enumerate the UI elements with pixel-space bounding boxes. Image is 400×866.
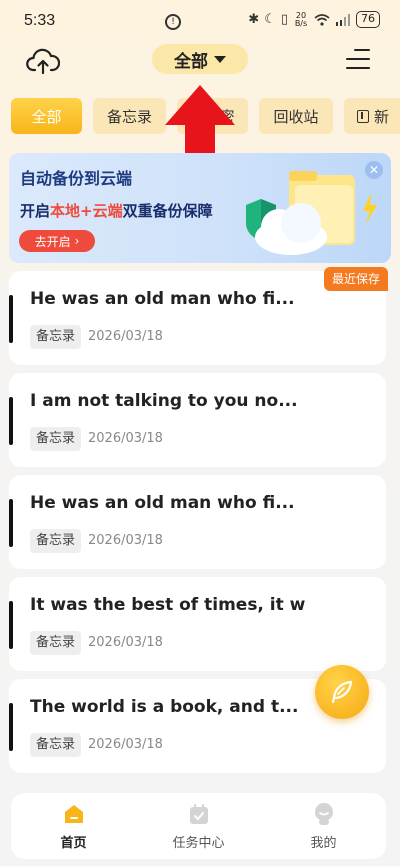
- note-title: It was the best of times, it w: [30, 595, 306, 615]
- tab-label: 新: [374, 107, 390, 126]
- note-accent-bar: [9, 703, 13, 751]
- tab-label: 全部: [31, 107, 62, 126]
- note-card[interactable]: He was an old man who fi... 备忘录 2026/03/…: [9, 475, 386, 569]
- note-card[interactable]: It was the best of times, it w 备忘录 2026/…: [9, 577, 386, 671]
- banner-subtitle: 开启本地+云端双重备份保障: [20, 200, 213, 221]
- signal-icon: [336, 13, 350, 26]
- nav-label: 我的: [310, 835, 337, 851]
- backup-banner[interactable]: 自动备份到云端 开启本地+云端双重备份保障 去开启 › ✕: [9, 153, 391, 263]
- notification-icon: !: [165, 14, 181, 30]
- banner-subtitle-suffix: 双重备份保障: [122, 202, 213, 220]
- nav-label: 任务中心: [172, 835, 225, 851]
- feather-pen-icon: [331, 680, 353, 704]
- bluetooth-icon: ✱: [248, 12, 260, 27]
- profile-icon: [314, 802, 333, 825]
- menu-line: [346, 67, 370, 69]
- enable-backup-button[interactable]: 去开启 ›: [19, 230, 95, 252]
- menu-button[interactable]: [346, 49, 370, 69]
- new-note-fab[interactable]: [315, 665, 369, 719]
- note-tag: 备忘录: [30, 733, 82, 757]
- nav-task-center[interactable]: 任务中心: [149, 802, 249, 851]
- tab-memo[interactable]: 备忘录: [93, 98, 166, 134]
- tab-label: 回收站: [273, 107, 319, 126]
- cloud-folder-illustration: [246, 171, 377, 255]
- banner-subtitle-highlight: 本地+云端: [50, 202, 123, 220]
- cloud-upload-icon: [26, 48, 61, 75]
- note-accent-bar: [9, 295, 13, 343]
- menu-line: [354, 49, 370, 51]
- category-dropdown[interactable]: 全部: [152, 44, 248, 74]
- nav-home[interactable]: 首页: [24, 802, 124, 851]
- note-card[interactable]: He was an old man who fi... 备忘录 2026/03/…: [9, 267, 388, 365]
- note-accent-bar: [9, 499, 13, 547]
- note-date: 2026/03/18: [88, 431, 163, 446]
- menu-line: [346, 58, 370, 60]
- recent-saved-badge: 最近保存: [323, 267, 388, 291]
- home-icon: [64, 804, 83, 823]
- note-date: 2026/03/18: [88, 635, 163, 650]
- note-accent-bar: [9, 397, 13, 445]
- note-accent-bar: [9, 601, 13, 649]
- wifi-icon: [314, 13, 330, 26]
- note-date: 2026/03/18: [88, 737, 163, 752]
- moon-icon: ☾: [264, 12, 276, 27]
- tab-all[interactable]: 全部: [11, 98, 82, 134]
- vibrate-icon: ▯: [280, 12, 288, 27]
- status-time: 5:33: [24, 12, 56, 29]
- banner-close-button[interactable]: ✕: [365, 161, 383, 179]
- note-tag: 备忘录: [30, 529, 82, 553]
- note-title: The world is a book, and t...: [30, 697, 299, 717]
- banner-subtitle-prefix: 开启: [20, 202, 51, 220]
- nav-label: 首页: [60, 835, 87, 851]
- status-icons: ✱ ☾ ▯ 20 B/s 76: [248, 11, 380, 28]
- tab-recycle-bin[interactable]: 回收站: [259, 98, 333, 134]
- tab-label: 备忘录: [106, 107, 152, 126]
- note-title: He was an old man who fi...: [30, 289, 295, 309]
- chevron-right-icon: ›: [74, 234, 80, 248]
- tab-new[interactable]: 新: [344, 98, 400, 134]
- note-title: He was an old man who fi...: [30, 493, 295, 513]
- net-speed-unit: B/s: [294, 18, 308, 28]
- enable-backup-label: 去开启: [34, 234, 71, 249]
- note-date: 2026/03/18: [88, 329, 163, 344]
- net-speed: 20 B/s: [293, 11, 309, 28]
- top-header: 全部: [0, 40, 400, 80]
- note-tag: 备忘录: [30, 325, 82, 349]
- note-tag: 备忘录: [30, 631, 82, 655]
- calendar-check-icon: [189, 803, 208, 824]
- new-note-icon: [357, 109, 369, 123]
- status-bar: 5:33 ! ✱ ☾ ▯ 20 B/s 76: [0, 0, 400, 44]
- note-tag: 备忘录: [30, 427, 82, 451]
- banner-title: 自动备份到云端: [20, 169, 133, 188]
- category-dropdown-label: 全部: [174, 51, 208, 72]
- note-date: 2026/03/18: [88, 533, 163, 548]
- bottom-nav: 首页 任务中心 我的: [11, 793, 386, 859]
- battery-indicator: 76: [356, 11, 380, 28]
- note-title: I am not talking to you no...: [30, 391, 298, 411]
- cloud-upload-button[interactable]: [26, 46, 61, 76]
- close-icon: ✕: [368, 163, 380, 177]
- caret-down-icon: [214, 55, 226, 63]
- nav-profile[interactable]: 我的: [274, 802, 374, 851]
- note-card[interactable]: I am not talking to you no... 备忘录 2026/0…: [9, 373, 386, 467]
